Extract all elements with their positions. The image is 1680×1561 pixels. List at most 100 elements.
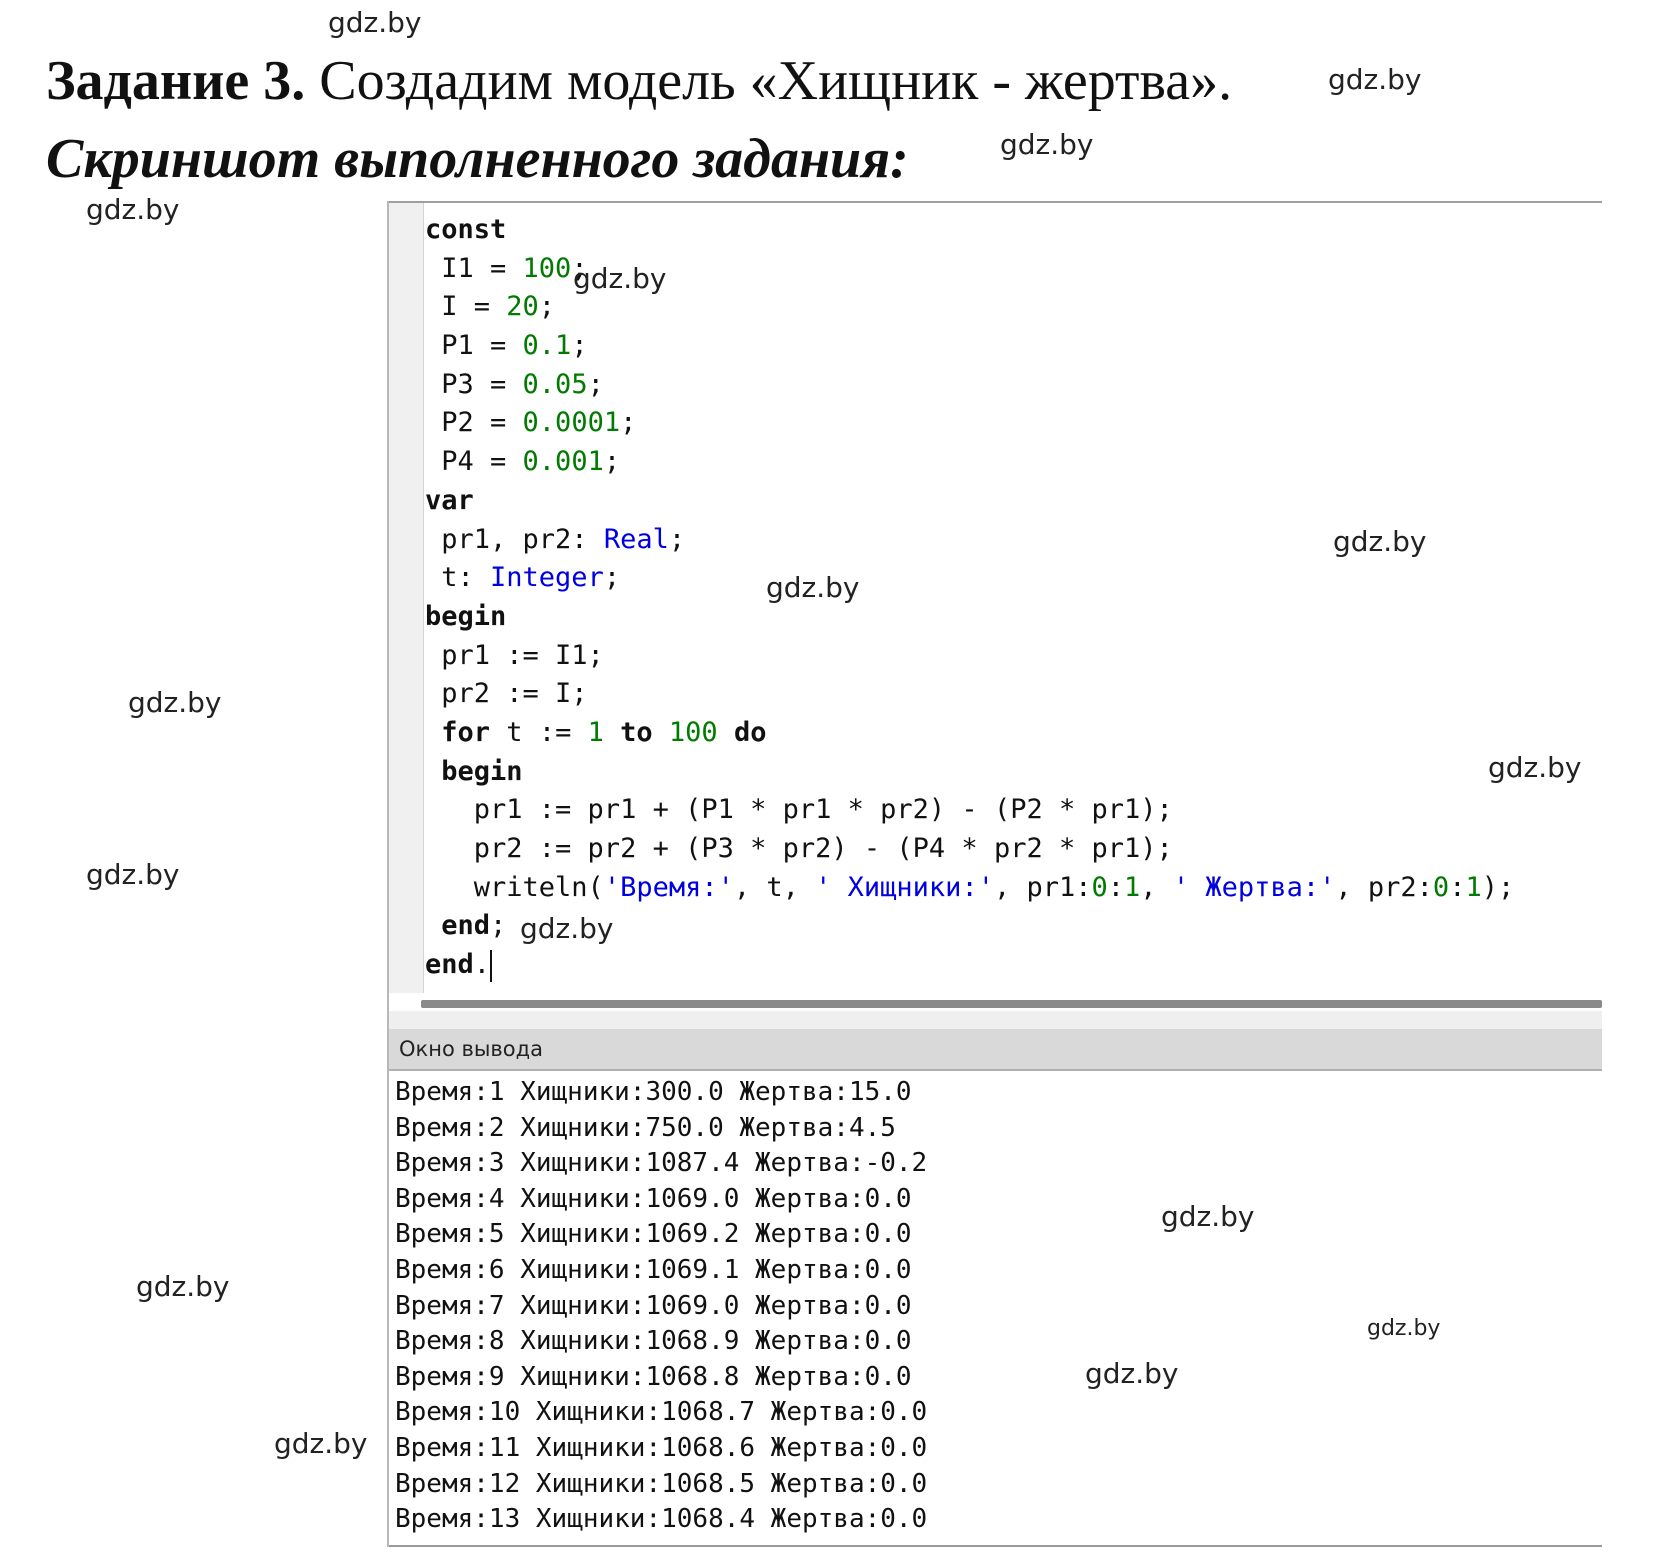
screenshot-caption: Скриншот выполненного задания:: [46, 128, 909, 190]
output-panel-header: Окно вывода: [389, 1029, 1602, 1071]
code-token: :: [1449, 871, 1466, 903]
output-panel[interactable]: Время:1 Хищники:300.0 Жертва:15.0 Время:2…: [389, 1071, 1602, 1547]
code-token: ;: [587, 368, 604, 400]
code-token: ;: [603, 562, 621, 594]
code-token: ;: [668, 523, 686, 555]
code-text[interactable]: const I1 = 100; I = 20; P1 = 0.1; P3 = 0…: [425, 211, 1514, 985]
watermark: gdz.by: [766, 571, 860, 604]
output-line: Время:3 Хищники:1087.4 Жертва:-0.2: [395, 1148, 928, 1179]
code-token: P2 =: [425, 407, 523, 439]
code-line: P1 = 0.1;: [425, 327, 1514, 366]
code-token: const: [425, 214, 507, 245]
code-token: , pr2:: [1335, 871, 1433, 903]
code-token: begin: [425, 600, 507, 632]
output-line: Время:2 Хищники:750.0 Жертва:4.5: [395, 1112, 896, 1143]
watermark: gdz.by: [328, 6, 422, 39]
pascal-ide-window: const I1 = 100; I = 20; P1 = 0.1; P3 = 0…: [387, 201, 1602, 1547]
code-token: pr2 := pr2 + (P3 * pr2) - (P4 * pr2 * pr…: [425, 833, 1173, 864]
code-line: begin: [425, 753, 1514, 792]
text-cursor: [490, 949, 493, 982]
output-panel-title: Окно вывода: [399, 1037, 544, 1061]
code-line: var: [425, 482, 1514, 521]
output-line: Время:4 Хищники:1069.0 Жертва:0.0: [395, 1183, 912, 1214]
watermark: gdz.by: [1085, 1357, 1179, 1390]
watermark: gdz.by: [1328, 63, 1422, 96]
watermark: gdz.by: [520, 912, 614, 945]
code-token: do: [733, 716, 767, 748]
code-token: pr1 := pr1 + (P1 * pr1 * pr2) - (P2 * pr…: [425, 794, 1173, 826]
code-token: 100: [522, 252, 572, 284]
watermark: gdz.by: [1333, 525, 1427, 558]
code-token: for: [441, 716, 491, 748]
code-line: pr1 := pr1 + (P1 * pr1 * pr2) - (P2 * pr…: [425, 791, 1514, 830]
output-line: Время:1 Хищники:300.0 Жертва:15.0: [395, 1077, 912, 1107]
code-token: pr2 := I;: [425, 678, 588, 710]
watermark: gdz.by: [1488, 751, 1582, 784]
code-token: :: [1107, 871, 1125, 903]
watermark: gdz.by: [128, 686, 222, 719]
code-token: 1: [587, 716, 604, 748]
code-token: I =: [425, 291, 507, 323]
code-token: to: [620, 716, 653, 748]
watermark: gdz.by: [274, 1427, 368, 1460]
code-token: t :=: [490, 716, 588, 748]
code-line: pr2 := I;: [425, 675, 1514, 714]
watermark: gdz.by: [1367, 1316, 1441, 1341]
watermark: gdz.by: [1161, 1200, 1255, 1233]
output-line: Время:10 Хищники:1068.7 Жертва:0.0: [395, 1397, 928, 1428]
code-editor[interactable]: const I1 = 100; I = 20; P1 = 0.1; P3 = 0…: [389, 201, 1602, 1011]
code-token: ;: [538, 291, 556, 323]
code-token: 0.001: [522, 446, 604, 478]
code-token: P1 =: [425, 330, 523, 362]
output-line: Время:5 Хищники:1069.2 Жертва:0.0: [395, 1219, 912, 1250]
watermark: gdz.by: [86, 193, 180, 226]
code-line: writeln('Время:', t, ' Хищники:', pr1:0:…: [425, 869, 1514, 908]
code-token: pr1 := I1;: [425, 639, 604, 671]
watermark: gdz.by: [573, 262, 667, 295]
output-line: Время:11 Хищники:1068.6 Жертва:0.0: [395, 1432, 928, 1463]
code-token: ' Жертва:': [1172, 871, 1336, 903]
output-line: Время:7 Хищники:1069.0 Жертва:0.0: [395, 1290, 912, 1321]
code-token: 1: [1124, 871, 1141, 903]
code-token: ,: [1140, 871, 1173, 903]
code-token: ;: [603, 446, 621, 478]
code-line: for t := 1 to 100 do: [425, 714, 1514, 753]
code-line: const: [425, 211, 1514, 250]
output-line: Время:9 Хищники:1068.8 Жертва:0.0: [395, 1361, 912, 1392]
code-token: ;: [571, 330, 588, 362]
output-line: Время:13 Хищники:1068.4 Жертва:0.0: [395, 1504, 928, 1535]
code-token: Real: [603, 523, 669, 555]
code-line: end.: [425, 946, 1514, 985]
editor-gutter: [389, 203, 424, 993]
code-line: P4 = 0.001;: [425, 443, 1514, 482]
code-token: P4 =: [425, 446, 523, 478]
panel-splitter[interactable]: [389, 1011, 1602, 1029]
code-line: begin: [425, 598, 1514, 637]
editor-horizontal-scrollbar[interactable]: [421, 1000, 1602, 1008]
code-line: P3 = 0.05;: [425, 366, 1514, 405]
output-line: Время:12 Хищники:1068.5 Жертва:0.0: [395, 1468, 928, 1499]
code-token: .: [473, 949, 491, 981]
code-token: 'Время:': [603, 871, 734, 903]
code-line: pr1 := I1;: [425, 637, 1514, 676]
code-token: 0.0001: [522, 407, 621, 439]
code-token: end: [441, 910, 491, 942]
code-line: pr2 := pr2 + (P3 * pr2) - (P4 * pr2 * pr…: [425, 830, 1514, 869]
task-number: Задание 3.: [46, 50, 306, 112]
code-token: P3 =: [425, 368, 523, 400]
code-token: , t,: [733, 871, 816, 903]
code-token: 100: [668, 716, 718, 748]
code-token: Integer: [490, 562, 604, 594]
output-line: Время:8 Хищники:1068.9 Жертва:0.0: [395, 1326, 912, 1357]
watermark: gdz.by: [1000, 128, 1094, 161]
code-token: pr1, pr2:: [425, 523, 604, 555]
code-token: begin: [441, 755, 523, 787]
code-token: t:: [425, 562, 491, 594]
watermark: gdz.by: [136, 1270, 230, 1303]
code-token: I1 =: [425, 252, 523, 284]
